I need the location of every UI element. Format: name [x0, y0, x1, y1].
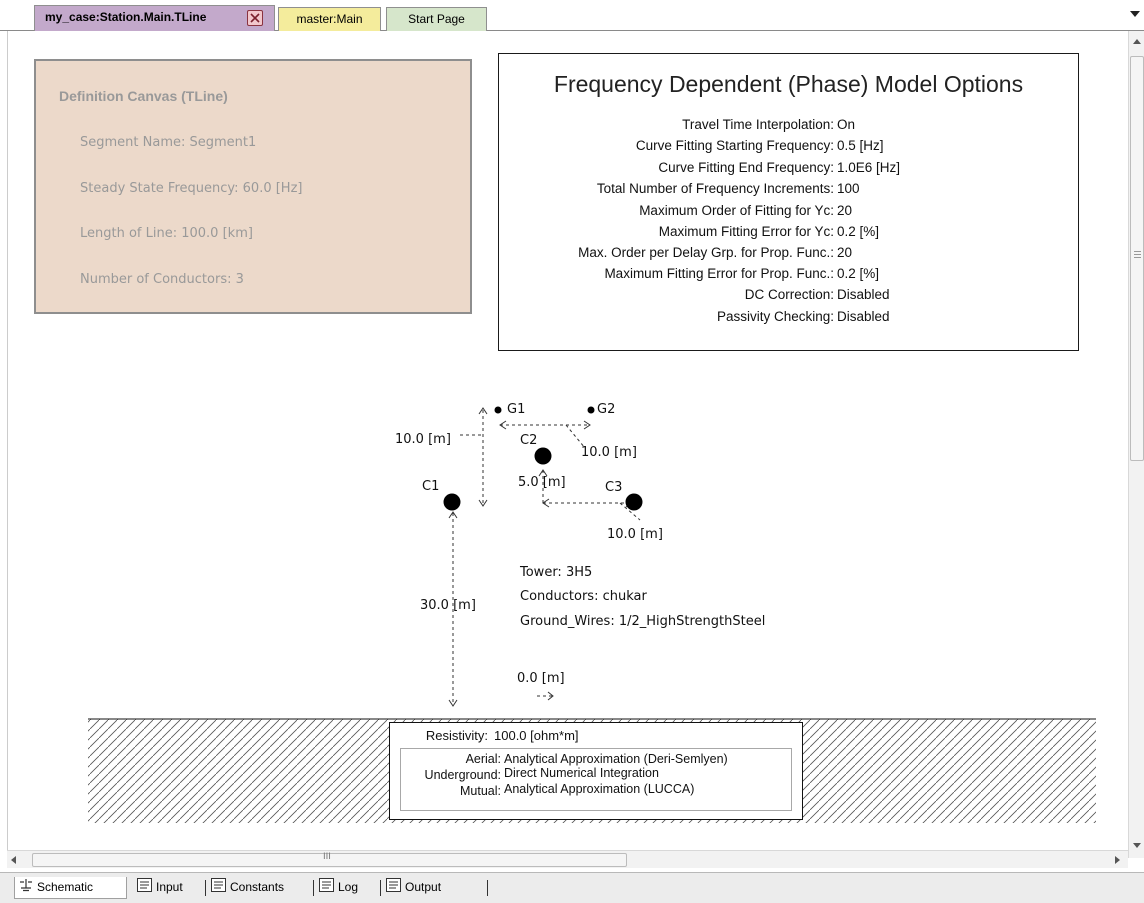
- horizontal-scroll-thumb[interactable]: III: [32, 852, 627, 867]
- aerial-label: Aerial:: [465, 752, 501, 766]
- tab-label: Log: [338, 880, 359, 894]
- c1-label: C1: [422, 479, 440, 494]
- tab-label: Input: [156, 880, 183, 894]
- underground-value: Direct Numerical Integration: [504, 766, 659, 780]
- tab-log[interactable]: Log: [319, 877, 358, 899]
- dim-c3-horizontal-label: 10.0 [m]: [607, 527, 663, 542]
- document-icon: [211, 877, 226, 898]
- tab-label: Output: [405, 880, 442, 894]
- ground-wires-text: Ground_Wires: 1/2_HighStrengthSteel: [520, 614, 766, 629]
- ground-wire-g1: [494, 406, 502, 414]
- tab-input[interactable]: Input: [137, 877, 183, 899]
- mutual-label: Mutual:: [460, 784, 501, 798]
- g2-label: G2: [597, 402, 616, 417]
- resistivity-value: 100.0 [ohm*m]: [494, 728, 579, 743]
- ground-model-panel: Aerial: Analytical Approximation (Deri-S…: [400, 748, 792, 811]
- tab-separator: [205, 880, 206, 896]
- underground-label: Underground:: [424, 768, 501, 782]
- document-icon: [137, 877, 152, 898]
- dim-offset-label: 0.0 [m]: [517, 671, 565, 686]
- resistivity-label: Resistivity:: [425, 728, 488, 743]
- scroll-right-icon[interactable]: [1115, 856, 1120, 864]
- mutual-value: Analytical Approximation (LUCCA): [504, 782, 695, 796]
- c3-label: C3: [605, 480, 623, 495]
- g1-label: G1: [507, 402, 526, 417]
- grip-text: III: [323, 852, 331, 862]
- document-icon: [319, 877, 334, 898]
- tab-separator: [487, 880, 488, 896]
- conductor-c2: [534, 447, 552, 465]
- vertical-scroll-thumb[interactable]: [1130, 56, 1144, 461]
- tab-schematic[interactable]: Schematic: [14, 877, 127, 899]
- dim-c2-c3-vertical-label: 5.0 [m]: [518, 475, 566, 490]
- ground-properties-box[interactable]: Resistivity: 100.0 [ohm*m] Aerial: Analy…: [389, 722, 803, 820]
- grip-line: [1134, 254, 1141, 255]
- tower-text: Tower: 3H5: [520, 565, 593, 580]
- ground-wire-g2: [587, 406, 595, 414]
- tab-separator: [380, 880, 381, 896]
- tab-separator: [313, 880, 314, 896]
- aerial-value: Analytical Approximation (Deri-Semlyen): [504, 752, 728, 766]
- tab-output[interactable]: Output: [386, 877, 441, 899]
- horizontal-scrollbar[interactable]: III: [7, 850, 1128, 868]
- scroll-up-icon[interactable]: [1133, 39, 1141, 44]
- conductors-text: Conductors: chukar: [520, 589, 647, 604]
- schematic-icon: [19, 878, 33, 898]
- conductor-c1: [443, 493, 461, 511]
- dim-g-horizontal-label: 10.0 [m]: [581, 445, 637, 460]
- scroll-down-icon[interactable]: [1133, 843, 1141, 848]
- tab-label: Constants: [230, 880, 285, 894]
- conductor-c3: [625, 493, 643, 511]
- grip-line: [1134, 257, 1141, 258]
- scroll-left-icon[interactable]: [11, 856, 16, 864]
- grip-line: [1134, 251, 1141, 252]
- view-tab-bar: Schematic Input Constants Log Output: [0, 872, 1144, 903]
- dim-c1-height-label: 30.0 [m]: [420, 598, 476, 613]
- c2-label: C2: [520, 433, 538, 448]
- vertical-scrollbar[interactable]: [1128, 31, 1144, 858]
- document-icon: [386, 877, 401, 898]
- tab-constants[interactable]: Constants: [211, 877, 284, 899]
- tab-label: Schematic: [37, 880, 94, 894]
- dim-g-vertical-label: 10.0 [m]: [395, 432, 451, 447]
